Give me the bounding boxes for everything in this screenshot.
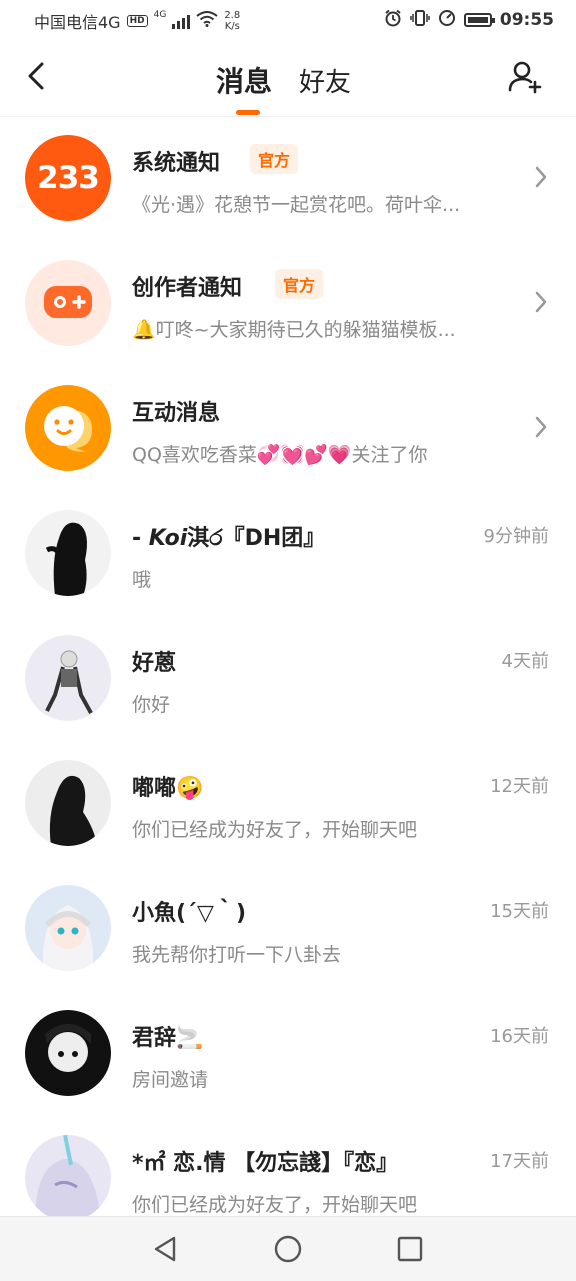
chevron-right-icon (534, 165, 548, 196)
network-type: 4G (153, 10, 167, 20)
net-speed: 2.8 K/s (224, 10, 241, 32)
conversation-name: 小魚(´▽｀) (132, 901, 247, 926)
list-item[interactable]: 互动消息 QQ喜欢吃香菜💞💓💕💗关注了你 (0, 367, 576, 492)
list-item[interactable]: - Koi淇ර『DH团』 9分钟前 哦 (0, 492, 576, 617)
conversation-name: - Koi淇ර『DH团』 (132, 526, 326, 551)
avatar (25, 635, 111, 721)
timestamp: 16天前 (490, 1026, 549, 1047)
avatar (25, 760, 111, 846)
timestamp: 4天前 (501, 651, 549, 672)
conversation-preview: QQ喜欢吃香菜💞💓💕💗关注了你 (132, 444, 428, 466)
system-notice-avatar: 233 (25, 135, 111, 221)
back-arrow-icon (28, 62, 44, 90)
tab-friends[interactable]: 好友 (299, 62, 351, 99)
gamepad-icon (44, 286, 92, 318)
add-user-icon (508, 61, 542, 94)
timestamp: 9分钟前 (483, 526, 549, 547)
avatar (25, 510, 111, 596)
add-friend-button[interactable] (506, 58, 544, 96)
chat-bubble-icon (44, 406, 92, 452)
header: 消息 好友 (0, 40, 576, 117)
avatar (25, 885, 111, 971)
conversation-preview: 哦 (132, 569, 152, 591)
conversation-preview: 你好 (132, 694, 171, 716)
conversation-name: 互动消息 (132, 401, 221, 426)
conversation-preview: 🔔叮咚~大家期待已久的躲猫猫模板... (132, 319, 456, 341)
tab-messages[interactable]: 消息 (216, 60, 272, 100)
wifi-icon (196, 11, 218, 31)
chevron-right-icon (534, 415, 548, 446)
back-button[interactable] (22, 60, 54, 92)
status-bar: 中国电信4G HD 4G 2.8 K/s 09:55 (0, 0, 576, 40)
tab-indicator (236, 110, 260, 115)
conversation-preview: 你们已经成为好友了，开始聊天吧 (132, 819, 418, 841)
list-item[interactable]: 好蒽 4天前 你好 (0, 617, 576, 742)
avatar (25, 1010, 111, 1096)
creator-notice-avatar (25, 260, 111, 346)
hd-badge: HD (126, 15, 148, 27)
vibrate-icon (410, 9, 430, 31)
conversation-name: 嘟嘟🤪 (132, 776, 204, 801)
conversation-preview: 房间邀请 (132, 1069, 209, 1091)
nav-recents-button[interactable] (394, 1233, 426, 1265)
conversation-preview: 你们已经成为好友了，开始聊天吧 (132, 1194, 418, 1216)
message-list: 233 系统通知 官方 《光·遇》花憩节一起赏花吧。荷叶伞... 创作者通知 官… (0, 117, 576, 1242)
battery-icon (463, 13, 495, 27)
clock: 09:55 (499, 10, 554, 30)
triangle-back-icon (154, 1236, 176, 1262)
list-item[interactable]: 嘟嘟🤪 12天前 你们已经成为好友了，开始聊天吧 (0, 742, 576, 867)
nav-home-button[interactable] (272, 1233, 304, 1265)
alarm-icon (384, 9, 402, 31)
speedometer-icon (438, 9, 456, 31)
timestamp: 15天前 (490, 901, 549, 922)
list-item[interactable]: 创作者通知 官方 🔔叮咚~大家期待已久的躲猫猫模板... (0, 242, 576, 367)
timestamp: 17天前 (490, 1151, 549, 1172)
conversation-name: 君辞🚬 (132, 1026, 204, 1051)
interaction-avatar (25, 385, 111, 471)
list-item[interactable]: 小魚(´▽｀) 15天前 我先帮你打听一下八卦去 (0, 867, 576, 992)
conversation-preview: 我先帮你打听一下八卦去 (132, 944, 342, 966)
carrier-label: 中国电信4G (34, 13, 121, 32)
conversation-name: 创作者通知 (132, 276, 243, 301)
timestamp: 12天前 (490, 776, 549, 797)
list-item[interactable]: 君辞🚬 16天前 房间邀请 (0, 992, 576, 1117)
signal-icon (172, 13, 191, 29)
square-recents-icon (397, 1236, 423, 1262)
conversation-name: 系统通知 (132, 151, 221, 176)
conversation-name: *㎡ 恋.情 【勿忘諓】『恋』 (132, 1151, 399, 1176)
conversation-name: 好蒽 (132, 651, 177, 676)
circle-home-icon (274, 1235, 302, 1263)
conversation-preview: 《光·遇》花憩节一起赏花吧。荷叶伞... (132, 194, 461, 216)
official-badge: 官方 (275, 269, 324, 299)
system-nav-bar (0, 1216, 576, 1281)
nav-back-button[interactable] (150, 1233, 182, 1265)
chevron-right-icon (534, 290, 548, 321)
avatar (25, 1135, 111, 1221)
list-item[interactable]: 233 系统通知 官方 《光·遇》花憩节一起赏花吧。荷叶伞... (0, 117, 576, 242)
official-badge: 官方 (250, 144, 299, 174)
